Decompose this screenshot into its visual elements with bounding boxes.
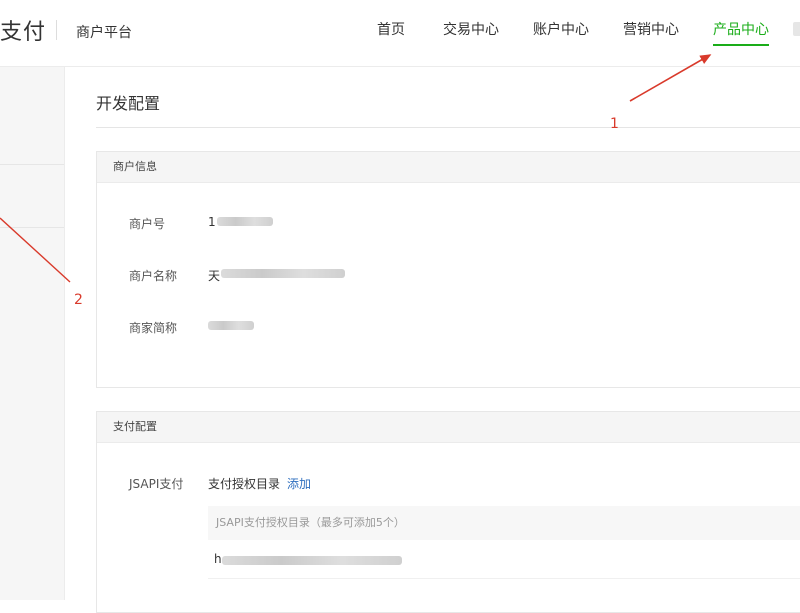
nav-marketing-center[interactable]: 营销中心 <box>623 0 679 66</box>
redacted-value <box>217 217 273 226</box>
nav-home[interactable]: 首页 <box>377 0 405 66</box>
nav-product-center[interactable]: 产品中心 <box>713 0 769 66</box>
annotation-marker-1: 1 <box>610 116 619 132</box>
sidebar-divider <box>0 227 64 228</box>
annotation-marker-2: 2 <box>74 292 83 308</box>
brand-logo-text[interactable]: 支付 <box>0 14 46 46</box>
jsapi-row: JSAPI支付 支付授权目录 添加 <box>97 475 800 495</box>
auth-dir-column-title: JSAPI支付授权目录（最多可添加5个） <box>216 516 405 529</box>
nav-more-item[interactable] <box>793 22 800 36</box>
merchant-name-row: 商户名称 天 <box>97 267 800 287</box>
merchant-name-label: 商户名称 <box>129 269 178 283</box>
merchant-info-title: 商户信息 <box>97 152 800 183</box>
top-navbar: 支付 商户平台 首页 交易中心 账户中心 营销中心 产品中心 <box>0 0 800 67</box>
merchant-info-card: 商户信息 商户号 1 商户名称 天 商家简称 <box>96 151 800 388</box>
jsapi-label: JSAPI支付 <box>129 477 184 491</box>
platform-name: 商户平台 <box>76 25 132 41</box>
redacted-value <box>208 321 254 330</box>
merchant-short-name-row: 商家简称 <box>97 319 800 339</box>
sidebar-divider <box>0 164 64 165</box>
add-auth-dir-link[interactable]: 添加 <box>287 475 311 492</box>
redacted-value <box>222 556 402 565</box>
nav-trade-center[interactable]: 交易中心 <box>443 0 499 66</box>
nav-account-center[interactable]: 账户中心 <box>533 0 589 66</box>
main-nav: 首页 交易中心 账户中心 营销中心 产品中心 <box>360 0 769 66</box>
merchant-id-label: 商户号 <box>129 217 166 231</box>
auth-dir-table-header: JSAPI支付授权目录（最多可添加5个） 操 <box>208 506 800 540</box>
title-divider <box>96 127 800 128</box>
redacted-value <box>221 269 345 278</box>
brand-divider <box>56 20 57 40</box>
payment-config-card: 支付配置 JSAPI支付 支付授权目录 添加 JSAPI支付授权目录（最多可添加… <box>96 411 800 613</box>
merchant-short-name-label: 商家简称 <box>129 321 178 335</box>
payment-config-title: 支付配置 <box>97 412 800 443</box>
auth-dir-row: h 删 <box>208 542 800 579</box>
auth-dir-label: 支付授权目录 <box>208 477 281 491</box>
merchant-id-value: 1 <box>208 215 216 229</box>
left-sidebar <box>0 67 65 600</box>
merchant-id-row: 商户号 1 <box>97 215 800 235</box>
auth-dir-url: h <box>214 552 222 566</box>
page-title: 开发配置 <box>96 94 161 113</box>
merchant-name-value: 天 <box>208 269 221 283</box>
